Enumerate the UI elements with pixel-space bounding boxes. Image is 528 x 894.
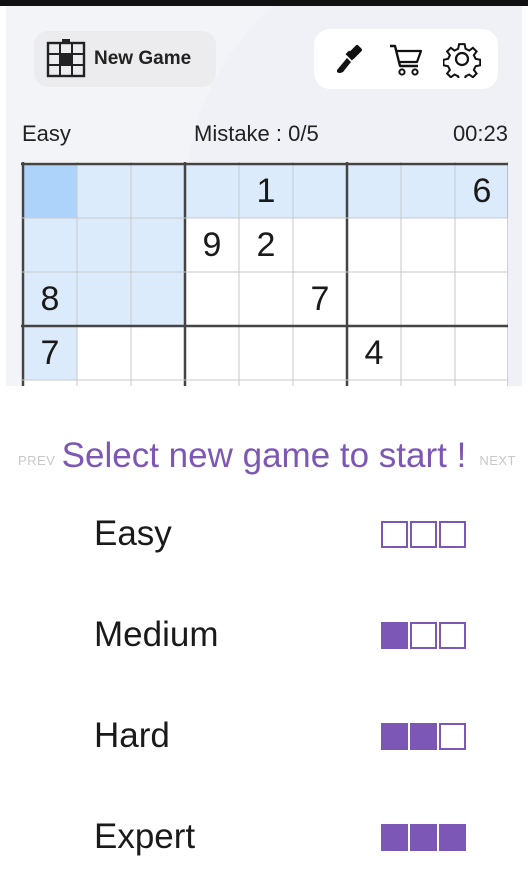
sudoku-grid-icon (46, 39, 86, 79)
board-cell[interactable] (77, 326, 131, 380)
board-cell[interactable] (131, 164, 185, 218)
board-cell[interactable] (77, 272, 131, 326)
cell-number: 2 (256, 225, 276, 264)
difficulty-square-empty (439, 520, 466, 548)
difficulty-square-empty (410, 621, 437, 649)
new-game-sheet: PREV NEXT Select new game to start ! Eas… (6, 386, 522, 894)
game-timer: 00:23 (452, 121, 508, 146)
board-cell[interactable] (347, 164, 401, 218)
board-cell[interactable] (185, 164, 239, 218)
board-cell[interactable] (77, 218, 131, 272)
level-option-expert[interactable]: Expert (66, 807, 466, 867)
board-cell[interactable] (455, 272, 508, 326)
difficulty-square-empty (439, 621, 466, 649)
difficulty-square-filled (381, 823, 408, 851)
cart-icon[interactable] (386, 39, 426, 79)
difficulty-square-filled (410, 722, 437, 750)
new-game-button[interactable]: New Game (34, 31, 216, 87)
new-game-label: New Game (94, 48, 192, 69)
difficulty-square-filled (381, 722, 408, 750)
sheet-title: Select new game to start ! (61, 436, 467, 475)
cell-number: 6 (472, 171, 492, 210)
cell-number: 7 (40, 333, 60, 372)
difficulty-indicator (381, 823, 466, 851)
board-cell[interactable] (23, 164, 77, 218)
level-option-medium[interactable]: Medium (66, 605, 466, 665)
difficulty-square-filled (439, 823, 466, 851)
board-cell[interactable] (401, 272, 455, 326)
level-name: Medium (94, 615, 219, 654)
difficulty-square-empty (381, 520, 408, 548)
board-cell[interactable] (293, 326, 347, 380)
cell-number: 8 (40, 279, 60, 318)
level-name: Hard (94, 716, 170, 755)
difficulty-square-empty (410, 520, 437, 548)
board-cell[interactable] (401, 326, 455, 380)
board-cell[interactable] (401, 164, 455, 218)
sudoku-board: 16928774 (21, 162, 508, 386)
board-cell[interactable] (347, 218, 401, 272)
board-cell[interactable] (347, 272, 401, 326)
difficulty-square-filled (381, 621, 408, 649)
board-cell[interactable] (185, 272, 239, 326)
board-cell[interactable] (239, 272, 293, 326)
level-option-easy[interactable]: Easy (66, 504, 466, 564)
board-cell[interactable] (23, 218, 77, 272)
level-name: Easy (94, 514, 172, 553)
difficulty-square-empty (439, 722, 466, 750)
level-option-hard[interactable]: Hard (66, 706, 466, 766)
cell-number: 9 (202, 225, 222, 264)
level-name: Expert (94, 817, 196, 856)
status-row: Easy Mistake : 0/5 00:23 (22, 121, 508, 151)
mistake-counter: Mistake : 0/5 (194, 121, 319, 146)
board-cell[interactable] (293, 218, 347, 272)
board-cell[interactable] (239, 326, 293, 380)
difficulty-indicator (381, 722, 466, 750)
difficulty-square-filled (410, 823, 437, 851)
cell-number: 1 (256, 171, 276, 210)
cell-number: 7 (310, 279, 330, 318)
board-cell[interactable] (131, 218, 185, 272)
cell-number: 4 (364, 333, 384, 372)
board-cell[interactable] (455, 218, 508, 272)
board-cell[interactable] (401, 218, 455, 272)
board-cell[interactable] (131, 272, 185, 326)
difficulty-indicator (381, 621, 466, 649)
difficulty-label: Easy (22, 121, 71, 146)
board-cell[interactable] (293, 164, 347, 218)
board-cell[interactable] (185, 326, 239, 380)
gear-icon[interactable] (442, 39, 482, 79)
difficulty-indicator (381, 520, 466, 548)
sudoku-app: New Game Easy Mistake: 0/5 00:23 1 6 9 … (6, 6, 522, 894)
board-cell[interactable] (77, 164, 131, 218)
board-cell[interactable] (131, 326, 185, 380)
toolbar (314, 29, 498, 89)
board-cell[interactable] (455, 326, 508, 380)
brush-icon[interactable] (330, 39, 370, 79)
